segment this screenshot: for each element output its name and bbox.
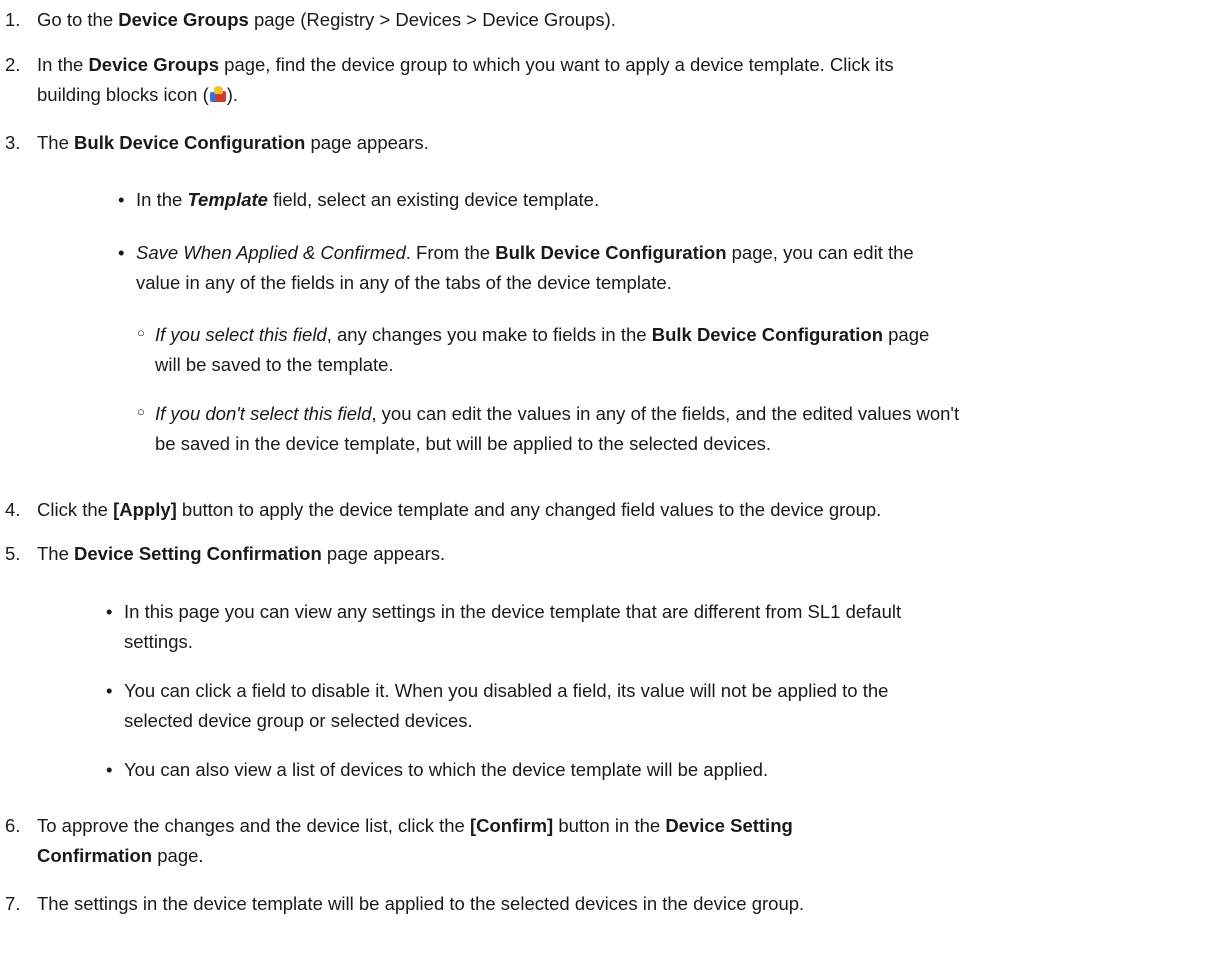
bullet-text: page, you can edit the — [726, 242, 914, 263]
step-text: In the — [37, 54, 89, 75]
step-text: Click the — [37, 499, 114, 520]
list-item: • You can click a field to disable it. W… — [106, 676, 1206, 736]
sub-lead: If you select this field — [155, 324, 327, 345]
step-number: 2. — [5, 54, 21, 75]
step-number: 1. — [5, 9, 21, 30]
bullet-text: You can also view a list of devices to w… — [124, 759, 769, 780]
confirm-button-label: [Confirm] — [469, 815, 554, 836]
device-setting-confirmation-label: Device Setting Confirmation — [74, 543, 322, 564]
bullet-text: In the — [136, 189, 188, 210]
device-setting-label: Device Setting — [665, 815, 793, 836]
step-text: page (Registry > Devices > Device Groups… — [248, 9, 616, 30]
step-text: page appears. — [321, 543, 446, 564]
step-number: 4. — [5, 499, 21, 520]
step-text: ). — [226, 84, 239, 105]
save-when-applied-label: Save When Applied & Confirmed — [136, 242, 406, 263]
step-text: building blocks icon ( — [37, 84, 209, 105]
step-text: button in the — [553, 815, 666, 836]
step-6: 6. To approve the changes and the device… — [0, 811, 1210, 871]
bullet-text: , you can edit the values in any of the … — [371, 403, 960, 424]
step-number: 7. — [5, 893, 21, 914]
bullet-text: . From the — [405, 242, 496, 263]
bullet-text: selected device group or selected device… — [124, 710, 473, 731]
bullet-text: will be saved to the template. — [155, 354, 394, 375]
bulk-device-configuration-label: Bulk Device Configuration — [651, 324, 883, 345]
list-item: • In this page you can view any settings… — [106, 597, 1206, 657]
list-item: ○ If you don't select this field, you ca… — [137, 399, 1197, 459]
bulk-device-configuration-label: Bulk Device Configuration — [495, 242, 727, 263]
step-text: To approve the changes and the device li… — [37, 815, 470, 836]
bulk-device-configuration-label: Bulk Device Configuration — [74, 132, 306, 153]
bullet-text: , any changes you make to fields in the — [326, 324, 652, 345]
bullet-text: settings. — [124, 631, 193, 652]
list-item: • Save When Applied & Confirmed. From th… — [118, 238, 1218, 298]
bullet-text: page — [883, 324, 930, 345]
step-text: The — [37, 543, 75, 564]
step-text: The settings in the device template will… — [37, 893, 805, 914]
step-number: 5. — [5, 543, 21, 564]
step-text: Go to the — [37, 9, 119, 30]
apply-button-label: [Apply] — [113, 499, 177, 520]
step-text: button to apply the device template and … — [176, 499, 882, 520]
bullet-text: field, select an existing device templat… — [267, 189, 600, 210]
device-groups-label: Device Groups — [118, 9, 249, 30]
sub-lead: If you don't select this field — [155, 403, 372, 424]
template-field-label: Template — [187, 189, 268, 210]
bullet-text: be saved in the device template, but wil… — [155, 433, 772, 454]
confirmation-label: Confirmation — [37, 845, 153, 866]
list-item: ○ If you select this field, any changes … — [137, 320, 1197, 380]
step-number: 6. — [5, 815, 21, 836]
step-2: 2. In the Device Groups page, find the d… — [0, 50, 1210, 110]
bullet-text: You can click a field to disable it. Whe… — [124, 680, 889, 701]
step-text: page, find the device group to which you… — [219, 54, 894, 75]
device-groups-label: Device Groups — [88, 54, 220, 75]
step-text: page appears. — [305, 132, 429, 153]
step-number: 3. — [5, 132, 21, 153]
building-blocks-icon — [209, 86, 227, 104]
circle-bullet-icon: ○ — [137, 325, 145, 340]
bullet-text: In this page you can view any settings i… — [124, 601, 902, 622]
procedure-document: 1. Go to the Device Groups page (Registr… — [0, 0, 1225, 960]
step-text: The — [37, 132, 75, 153]
circle-bullet-icon: ○ — [137, 404, 145, 419]
bullet-text: value in any of the fields in any of the… — [136, 272, 672, 293]
step-text: page. — [152, 845, 204, 866]
